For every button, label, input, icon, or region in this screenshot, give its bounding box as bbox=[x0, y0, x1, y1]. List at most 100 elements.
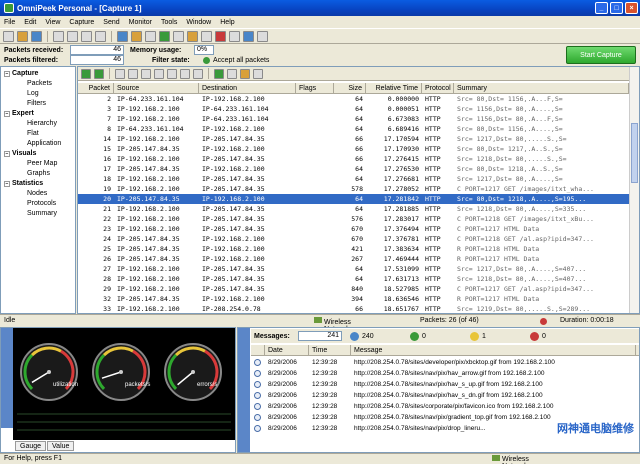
menu-file[interactable]: File bbox=[4, 19, 15, 26]
forward-arrow-icon[interactable] bbox=[94, 68, 104, 79]
message-row[interactable]: 8/29/2006 12:39:28 http://208.254.0.78/sit… bbox=[251, 390, 639, 401]
menu-edit[interactable]: Edit bbox=[24, 19, 36, 26]
packet-row[interactable]: 25 IP-205.147.84.35 IP-192.168.2.100 421 17.… bbox=[78, 244, 630, 254]
column-flags[interactable]: Flags bbox=[296, 83, 334, 93]
protocol-icon[interactable] bbox=[173, 30, 184, 42]
start-capture-button[interactable]: Start Capture bbox=[566, 46, 636, 64]
menu-monitor[interactable]: Monitor bbox=[129, 19, 152, 26]
packet-row[interactable]: 24 IP-205.147.84.35 IP-192.168.2.100 670 17.… bbox=[78, 234, 630, 244]
print-icon[interactable] bbox=[53, 30, 64, 42]
packet-row[interactable]: 15 IP-205.147.84.35 IP-192.168.2.100 66 17.1… bbox=[78, 144, 630, 154]
column-relative-time[interactable]: Relative Time bbox=[366, 83, 422, 93]
select-related-icon[interactable] bbox=[227, 68, 237, 79]
find-icon[interactable] bbox=[167, 68, 177, 79]
save-icon[interactable] bbox=[31, 30, 42, 42]
nav-item-peer-map[interactable]: Peer Map bbox=[1, 159, 75, 169]
help-icon[interactable] bbox=[243, 30, 254, 42]
nav-item-log[interactable]: Log bbox=[1, 89, 75, 99]
menu-tools[interactable]: Tools bbox=[161, 19, 177, 26]
nav-item-hierarchy[interactable]: Hierarchy bbox=[1, 119, 75, 129]
monitor-icon[interactable] bbox=[131, 30, 142, 42]
nav-item-graphs[interactable]: Graphs bbox=[1, 169, 75, 179]
message-row[interactable]: 8/29/2006 12:39:28 http://208.254.0.78/sit… bbox=[251, 401, 639, 412]
packet-row[interactable]: 22 IP-192.168.2.100 IP-205.147.84.35 576 17.… bbox=[78, 214, 630, 224]
options-icon[interactable] bbox=[229, 30, 240, 42]
menu-send[interactable]: Send bbox=[103, 19, 119, 26]
back-arrow-icon[interactable] bbox=[81, 68, 91, 79]
hex-view-icon[interactable] bbox=[141, 68, 151, 79]
packet-row[interactable]: 28 IP-192.168.2.100 IP-205.147.84.35 64 17.6… bbox=[78, 274, 630, 284]
info-icon[interactable] bbox=[350, 331, 359, 341]
nav-section-statistics[interactable]: − Statistics bbox=[1, 179, 75, 189]
nav-item-summary[interactable]: Summary bbox=[1, 209, 75, 219]
decode-icon[interactable] bbox=[187, 30, 198, 42]
menu-window[interactable]: Window bbox=[186, 19, 211, 26]
minimize-button[interactable]: _ bbox=[595, 2, 608, 14]
nav-section-expert[interactable]: − Expert bbox=[1, 109, 75, 119]
packet-row[interactable]: 7 IP-192.168.2.100 IP-64.233.161.104 64 6.67… bbox=[78, 114, 630, 124]
menu-help[interactable]: Help bbox=[220, 19, 234, 26]
menu-view[interactable]: View bbox=[45, 19, 60, 26]
packet-list-scrollbar[interactable] bbox=[629, 67, 639, 313]
menu-capture[interactable]: Capture bbox=[69, 19, 94, 26]
packet-row[interactable]: 26 IP-205.147.84.35 IP-192.168.2.100 267 17.… bbox=[78, 254, 630, 264]
packet-row[interactable]: 14 IP-192.168.2.100 IP-205.147.84.35 66 17.1… bbox=[78, 134, 630, 144]
about-icon[interactable] bbox=[257, 30, 268, 42]
decode-tree-icon[interactable] bbox=[214, 68, 224, 79]
packet-row[interactable]: 17 IP-205.147.84.35 IP-192.168.2.100 64 17.2… bbox=[78, 164, 630, 174]
alarm-icon[interactable] bbox=[215, 30, 226, 42]
nav-item-protocols[interactable]: Protocols bbox=[1, 199, 75, 209]
tab-value[interactable]: Value bbox=[47, 441, 75, 451]
filter-funnel-icon[interactable] bbox=[193, 68, 203, 79]
nav-section-visuals[interactable]: − Visuals bbox=[1, 149, 75, 159]
column-message[interactable]: Message bbox=[351, 345, 636, 355]
node-icon[interactable] bbox=[159, 30, 170, 42]
packet-row[interactable]: 3 IP-192.168.2.100 IP-64.233.161.104 64 0.00… bbox=[78, 104, 630, 114]
packet-row[interactable]: 23 IP-192.168.2.100 IP-205.147.84.35 670 17.… bbox=[78, 224, 630, 234]
cut-icon[interactable] bbox=[67, 30, 78, 42]
column-protocol[interactable]: Protocol bbox=[422, 83, 454, 93]
nav-item-packets[interactable]: Packets bbox=[1, 79, 75, 89]
error-count-icon[interactable] bbox=[530, 331, 539, 341]
packet-row[interactable]: 32 IP-205.147.84.35 IP-192.168.2.100 394 18.… bbox=[78, 294, 630, 304]
message-row[interactable]: 8/29/2006 12:39:28 http://208.254.0.78/sit… bbox=[251, 379, 639, 390]
nav-item-application[interactable]: Application bbox=[1, 139, 75, 149]
packet-row[interactable]: 16 IP-192.168.2.100 IP-205.147.84.35 66 17.2… bbox=[78, 154, 630, 164]
new-icon[interactable] bbox=[3, 30, 14, 42]
message-row[interactable]: 8/29/2006 12:39:28 http://208.254.0.78/sit… bbox=[251, 368, 639, 379]
message-row[interactable]: 8/29/2006 12:39:28 http://208.254.0.78/sit… bbox=[251, 357, 639, 368]
graph-icon[interactable] bbox=[201, 30, 212, 42]
packet-row[interactable]: 2 IP-64.233.161.104 IP-192.168.2.100 64 0.00… bbox=[78, 94, 630, 104]
scrollbar-thumb[interactable] bbox=[631, 123, 638, 183]
nav-section-capture[interactable]: − Capture bbox=[1, 69, 75, 79]
packet-row[interactable]: 20 IP-205.147.84.35 IP-192.168.2.100 64 17.2… bbox=[78, 194, 630, 204]
highlight-icon[interactable] bbox=[240, 68, 250, 79]
column-date[interactable]: Date bbox=[265, 345, 309, 355]
paste-icon[interactable] bbox=[95, 30, 106, 42]
column-time[interactable]: Time bbox=[309, 345, 351, 355]
open-icon[interactable] bbox=[17, 30, 28, 42]
packet-row[interactable]: 27 IP-192.168.2.100 IP-205.147.84.35 64 17.5… bbox=[78, 264, 630, 274]
list-view-icon[interactable] bbox=[115, 68, 125, 79]
packet-row[interactable]: 21 IP-192.168.2.100 IP-205.147.84.35 64 17.2… bbox=[78, 204, 630, 214]
packet-row[interactable]: 8 IP-64.233.161.104 IP-192.168.2.100 64 6.68… bbox=[78, 124, 630, 134]
detail-view-icon[interactable] bbox=[128, 68, 138, 79]
column-summary[interactable]: Summary bbox=[454, 83, 629, 93]
nav-item-nodes[interactable]: Nodes bbox=[1, 189, 75, 199]
close-button[interactable]: × bbox=[625, 2, 638, 14]
packet-row[interactable]: 19 IP-192.168.2.100 IP-205.147.84.35 578 17.… bbox=[78, 184, 630, 194]
column-destination[interactable]: Destination bbox=[199, 83, 296, 93]
packet-row[interactable]: 33 IP-192.168.2.100 IP-208.254.0.78 66 18.65… bbox=[78, 304, 630, 314]
edit-icon[interactable] bbox=[253, 68, 263, 79]
column-size[interactable]: Size bbox=[334, 83, 366, 93]
nav-item-filters[interactable]: Filters bbox=[1, 99, 75, 109]
copy-icon[interactable] bbox=[81, 30, 92, 42]
column-packet[interactable]: Packet bbox=[78, 83, 114, 93]
notice-icon[interactable] bbox=[410, 331, 419, 341]
tab-gauge[interactable]: Gauge bbox=[15, 441, 47, 451]
warning-icon[interactable] bbox=[470, 331, 479, 341]
nav-item-flat[interactable]: Flat bbox=[1, 129, 75, 139]
maximize-button[interactable]: □ bbox=[610, 2, 623, 14]
capture-icon[interactable] bbox=[117, 30, 128, 42]
packet-row[interactable]: 29 IP-192.168.2.100 IP-205.147.84.35 840 18.… bbox=[78, 284, 630, 294]
